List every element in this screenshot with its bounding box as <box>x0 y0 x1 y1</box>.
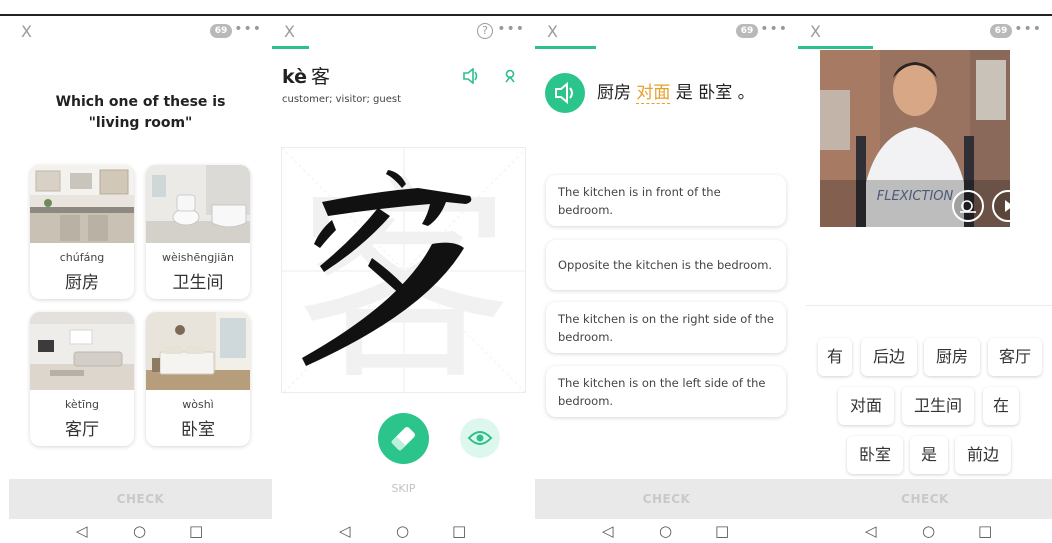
app-bar: X ? ••• <box>272 16 535 50</box>
check-button[interactable]: CHECK <box>535 479 798 519</box>
system-nav-bar: ◁ ○ □ <box>9 519 272 543</box>
character-hanzi: 客 <box>311 66 331 88</box>
nav-recents-icon[interactable]: □ <box>452 522 466 540</box>
word-tile[interactable]: 卧室 <box>847 436 903 474</box>
nav-home-icon[interactable]: ○ <box>396 522 409 540</box>
kitchen-photo <box>30 165 134 243</box>
nav-back-icon[interactable]: ◁ <box>865 522 877 540</box>
nav-back-icon[interactable]: ◁ <box>339 522 351 540</box>
nav-back-icon[interactable]: ◁ <box>76 522 88 540</box>
word-tile[interactable]: 厨房 <box>924 338 980 376</box>
check-button[interactable]: CHECK <box>798 479 1052 519</box>
close-icon[interactable]: X <box>810 22 821 41</box>
bedroom-photo <box>146 312 250 390</box>
nav-home-icon[interactable]: ○ <box>922 522 935 540</box>
living-room-photo <box>30 312 134 390</box>
close-icon[interactable]: X <box>284 22 295 41</box>
lesson-progress <box>272 46 309 49</box>
bookmark-icon[interactable] <box>503 68 517 88</box>
card-pinyin: chúfáng <box>59 251 105 264</box>
writing-grid[interactable]: 客 <box>281 147 526 393</box>
panel-sentence-meaning: X 69 ••• 厨房 对面 是 卧室 。 The kitchen is in … <box>535 16 798 543</box>
word-tile[interactable]: 是 <box>910 436 948 474</box>
snail-icon <box>960 200 976 213</box>
answer-card-kitchen[interactable]: chúfáng 厨房 <box>30 165 134 299</box>
system-nav-bar: ◁ ○ □ <box>272 519 535 543</box>
app-bar: X 69 ••• <box>9 16 272 50</box>
card-hanzi: 卫生间 <box>172 273 224 293</box>
app-bar: X 69 ••• <box>798 16 1052 50</box>
word-tile[interactable]: 卫生间 <box>902 387 974 425</box>
word-tile[interactable]: 对面 <box>838 387 894 425</box>
video-player[interactable]: FLEXICTION <box>820 50 1010 227</box>
answer-divider <box>806 305 1052 306</box>
lesson-progress <box>535 46 596 49</box>
slow-speed-button[interactable] <box>952 190 984 222</box>
character-meaning: customer; visitor; guest <box>282 94 401 105</box>
play-button[interactable] <box>992 190 1010 222</box>
more-options-icon[interactable]: ••• <box>234 21 262 37</box>
coin-icon[interactable]: 69 <box>210 24 232 38</box>
nav-back-icon[interactable]: ◁ <box>602 522 614 540</box>
more-options-icon[interactable]: ••• <box>497 21 525 37</box>
card-hanzi: 客厅 <box>65 420 99 440</box>
more-options-icon[interactable]: ••• <box>1014 21 1042 37</box>
answer-option[interactable]: The kitchen is on the left side of the b… <box>546 366 786 417</box>
sentence-part: 是 卧室 。 <box>670 83 755 103</box>
card-pinyin: wòshì <box>182 398 214 411</box>
system-nav-bar: ◁ ○ □ <box>535 519 798 543</box>
coin-icon[interactable]: 69 <box>990 24 1012 38</box>
bathroom-photo <box>146 165 250 243</box>
panel-video-sentence-build: X 69 ••• FLEXICTION 有 后边 厨房 客厅 对面 卫生间 在 … <box>798 16 1052 543</box>
play-audio-button[interactable] <box>545 73 585 113</box>
word-tile[interactable]: 有 <box>818 338 852 376</box>
nav-recents-icon[interactable]: □ <box>978 522 992 540</box>
card-pinyin: kètīng <box>64 398 100 411</box>
eye-icon <box>467 431 493 445</box>
answer-option[interactable]: The kitchen is in front of the bedroom. <box>546 175 786 226</box>
speaker-icon <box>555 81 573 105</box>
lesson-progress <box>798 46 873 49</box>
card-hanzi: 卧室 <box>181 420 215 440</box>
answer-card-living-room[interactable]: kètīng 客厅 <box>30 312 134 446</box>
word-tile[interactable]: 前边 <box>955 436 1011 474</box>
word-tile[interactable]: 客厅 <box>988 338 1042 376</box>
word-tile[interactable]: 后边 <box>861 338 917 376</box>
character-heading: kè 客 <box>282 62 330 89</box>
card-pinyin: wèishēngjiān <box>161 251 235 264</box>
nav-recents-icon[interactable]: □ <box>189 522 203 540</box>
app-bar: X 69 ••• <box>535 16 798 50</box>
skip-button[interactable]: SKIP <box>272 482 535 495</box>
nav-home-icon[interactable]: ○ <box>659 522 672 540</box>
nav-home-icon[interactable]: ○ <box>133 522 146 540</box>
eraser-button[interactable] <box>378 413 429 464</box>
answer-card-bathroom[interactable]: wèishēngjiān 卫生间 <box>146 165 250 299</box>
coin-icon[interactable]: 69 <box>736 24 758 38</box>
close-icon[interactable]: X <box>21 22 32 41</box>
highlighted-word[interactable]: 对面 <box>636 83 671 104</box>
answer-option[interactable]: Opposite the kitchen is the bedroom. <box>546 240 786 290</box>
question-text: Which one of these is "living room" <box>55 94 226 131</box>
card-hanzi: 厨房 <box>65 273 99 293</box>
system-nav-bar: ◁ ○ □ <box>798 519 1052 543</box>
nav-recents-icon[interactable]: □ <box>715 522 729 540</box>
sentence-part: 厨房 <box>597 83 637 103</box>
check-button[interactable]: CHECK <box>9 479 272 519</box>
speaker-icon[interactable] <box>462 67 480 88</box>
word-tile[interactable]: 在 <box>983 387 1019 425</box>
eraser-icon <box>391 427 415 451</box>
sentence-text: 厨房 对面 是 卧室 。 <box>597 78 755 104</box>
panel-character-writing: X ? ••• kè客 customer; visitor; guest 客 <box>272 16 535 543</box>
answer-card-bedroom[interactable]: wòshì 卧室 <box>146 312 250 446</box>
close-icon[interactable]: X <box>547 22 558 41</box>
reveal-hint-button[interactable] <box>460 418 500 458</box>
shirt-logo: FLEXICTION <box>877 189 954 204</box>
help-icon[interactable]: ? <box>477 23 493 39</box>
panel-picture-quiz: X 69 ••• Which one of these is "living r… <box>9 16 272 543</box>
answer-option[interactable]: The kitchen is on the right side of the … <box>546 302 786 353</box>
character-pinyin: kè <box>282 66 308 88</box>
more-options-icon[interactable]: ••• <box>760 21 788 37</box>
play-icon <box>1005 200 1010 212</box>
